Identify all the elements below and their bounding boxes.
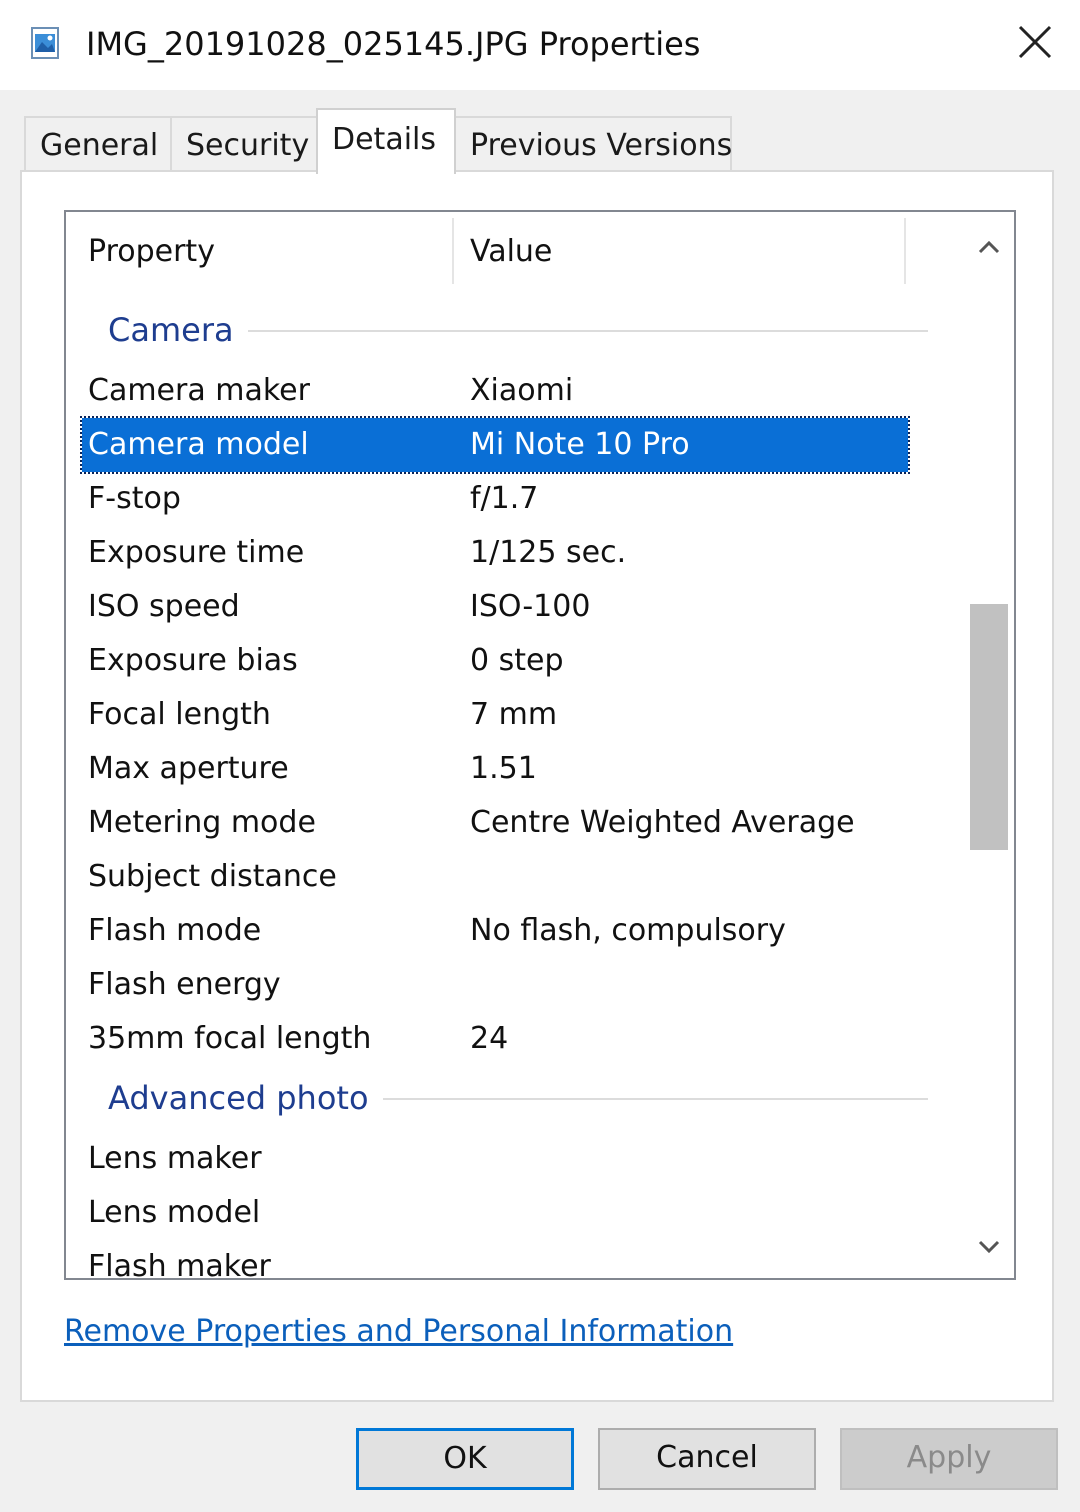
property-name: Flash mode [88,913,262,948]
property-name: ISO speed [88,589,240,624]
property-name: Camera model [88,427,309,462]
tab-general[interactable]: General [24,116,172,172]
tab-previous-versions[interactable]: Previous Versions [454,116,732,172]
property-name: Camera maker [88,373,310,408]
list-column-header: Property Value [66,212,906,292]
column-divider[interactable] [452,218,454,284]
property-name: Subject distance [88,859,337,894]
window-title: IMG_20191028_025145.JPG Properties [86,25,701,63]
group-header-camera: Camera [66,302,966,364]
table-row[interactable]: Subject distance [66,850,966,904]
table-row[interactable]: F-stop f/1.7 [66,472,966,526]
table-row[interactable]: ISO speed ISO-100 [66,580,966,634]
table-row[interactable]: Flash mode No flash, compulsory [66,904,966,958]
column-divider[interactable] [904,218,906,284]
property-name: Lens model [88,1195,261,1230]
property-name: Exposure time [88,535,305,570]
property-name: Lens maker [88,1141,262,1176]
property-name: Metering mode [88,805,316,840]
group-header-advanced-photo: Advanced photo [66,1066,966,1132]
property-value: 0 step [470,643,564,678]
scrollbar-thumb[interactable] [970,604,1008,850]
property-rows: Camera Camera maker Xiaomi Camera model … [66,302,966,1280]
property-name: Max aperture [88,751,289,786]
apply-button[interactable]: Apply [840,1428,1058,1490]
property-name: Exposure bias [88,643,298,678]
scroll-up-button[interactable] [964,220,1014,276]
title-bar: IMG_20191028_025145.JPG Properties [0,0,1080,90]
property-value: 1/125 sec. [470,535,627,570]
image-file-icon [30,26,62,60]
property-value: f/1.7 [470,481,539,516]
property-name: F-stop [88,481,181,516]
close-button[interactable] [1000,14,1070,74]
remove-properties-link[interactable]: Remove Properties and Personal Informati… [64,1310,733,1354]
properties-dialog: IMG_20191028_025145.JPG Properties Gener… [0,0,1080,1512]
property-value: Centre Weighted Average [470,805,855,840]
chevron-down-icon [978,1239,1000,1258]
group-title: Camera [108,308,248,352]
table-row[interactable]: Max aperture 1.51 [66,742,966,796]
column-header-value[interactable]: Value [470,230,552,274]
table-row[interactable]: Lens maker [66,1132,966,1186]
table-row-selected[interactable]: Camera model Mi Note 10 Pro [80,416,910,474]
property-name: Focal length [88,697,271,732]
tab-strip: General Security Details Previous Versio… [20,108,1060,174]
property-value: 1.51 [470,751,537,786]
property-value: Mi Note 10 Pro [470,427,690,462]
property-list[interactable]: Property Value Camera Camera maker Xiaom… [64,210,1016,1280]
table-row[interactable]: Focal length 7 mm [66,688,966,742]
property-value: 24 [470,1021,509,1056]
table-row[interactable]: Flash maker [66,1240,966,1280]
tab-security[interactable]: Security [170,116,318,172]
details-tab-panel: Property Value Camera Camera maker Xiaom… [20,170,1054,1402]
table-row[interactable]: Metering mode Centre Weighted Average [66,796,966,850]
table-row[interactable]: Camera maker Xiaomi [66,364,966,418]
vertical-scrollbar[interactable] [964,212,1014,1278]
tab-details[interactable]: Details [316,108,456,174]
cancel-button[interactable]: Cancel [598,1428,816,1490]
table-row[interactable]: Exposure time 1/125 sec. [66,526,966,580]
chevron-up-icon [978,239,1000,258]
group-title: Advanced photo [108,1076,383,1120]
property-name: Flash energy [88,967,281,1002]
property-value: ISO-100 [470,589,591,624]
property-name: Flash maker [88,1249,271,1280]
scroll-down-button[interactable] [964,1220,1014,1276]
table-row[interactable]: 35mm focal length 24 [66,1012,966,1066]
property-name: 35mm focal length [88,1021,372,1056]
property-value: No flash, compulsory [470,913,786,948]
column-header-property[interactable]: Property [88,230,215,274]
property-value: Xiaomi [470,373,574,408]
property-value: 7 mm [470,697,558,732]
table-row[interactable]: Exposure bias 0 step [66,634,966,688]
table-row[interactable]: Lens model [66,1186,966,1240]
close-icon [1018,25,1052,63]
table-row[interactable]: Flash energy [66,958,966,1012]
ok-button[interactable]: OK [356,1428,574,1490]
